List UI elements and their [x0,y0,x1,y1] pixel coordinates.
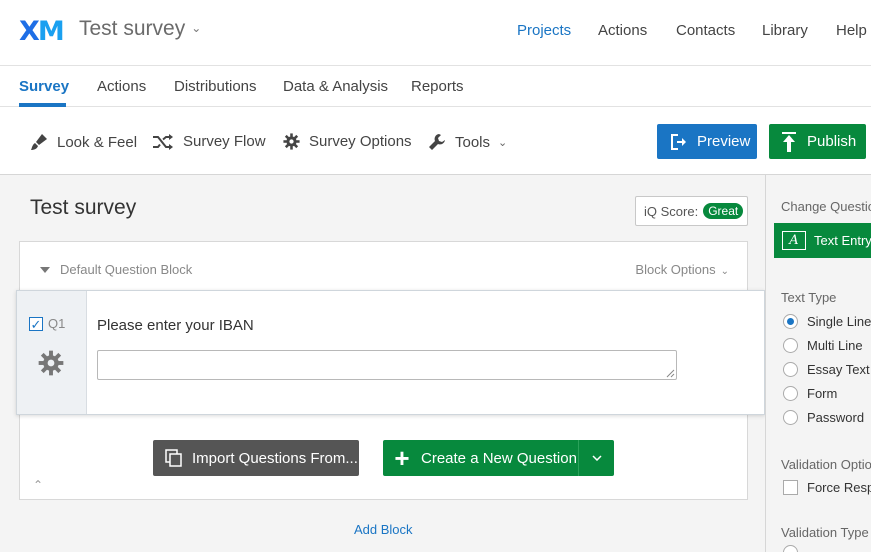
iq-score-badge: Great [703,203,744,219]
import-questions-label: Import Questions From... [192,449,358,467]
question-settings-button[interactable] [38,350,64,381]
survey-toolbar: Look & Feel Survey Flow Survey Options T… [0,107,871,175]
top-header: XM Test survey ⌄ Projects Actions Contact… [0,0,871,66]
look-feel-label: Look & Feel [57,133,138,151]
text-type-essay[interactable]: Essay Text I [783,362,871,377]
validation-type-option[interactable] [783,545,807,552]
copy-icon [165,449,182,467]
plus-icon: + [394,443,410,473]
text-type-form[interactable]: Form [783,386,837,401]
chevron-down-icon: ⌄ [498,136,508,149]
survey-flow-label: Survey Flow [183,133,266,150]
tab-data-analysis[interactable]: Data & Analysis [283,78,388,95]
preview-label: Preview [697,133,751,150]
text-entry-icon: A [782,231,806,250]
gear-icon [38,350,64,376]
question-sidebar: ✓ Q1 [17,291,87,414]
text-type-label: Text Type [781,290,837,305]
survey-title-dropdown[interactable]: Test survey ⌄ [79,17,201,41]
create-question-button[interactable]: + Create a New Question [383,440,614,476]
gear-icon [283,133,300,150]
force-response-label: Force Respo [807,480,871,495]
preview-icon [671,133,686,150]
text-type-password[interactable]: Password [783,410,864,425]
iq-score-button[interactable]: iQ Score: Great [635,196,748,226]
question-select-checkbox[interactable]: ✓ [29,317,43,331]
block-collapse-toggle[interactable]: Default Question Block [40,262,192,277]
radio-selected[interactable] [783,314,798,329]
block-title: Default Question Block [60,262,193,277]
survey-options-button[interactable]: Survey Options [283,133,412,150]
tab-survey[interactable]: Survey [19,78,69,95]
wrench-icon [429,134,445,150]
question-id: Q1 [48,316,66,331]
validation-type-label: Validation Type [781,525,869,540]
tools-dropdown[interactable]: Tools ⌄ [428,133,507,151]
create-question-label: Create a New Question [421,449,577,467]
preview-button[interactable]: Preview [657,124,757,159]
add-block-link[interactable]: Add Block [354,522,413,537]
tab-distributions[interactable]: Distributions [174,78,257,95]
question-type-button[interactable]: A Text Entry [774,223,871,258]
nav-projects[interactable]: Projects [517,22,571,39]
upload-icon [782,131,796,152]
survey-title: Test survey [79,17,186,40]
chevron-down-icon: ⌄ [720,266,729,277]
block-options-label: Block Options [635,262,716,277]
answer-text-field[interactable] [97,350,677,380]
tab-actions[interactable]: Actions [97,78,146,95]
tools-label: Tools [455,133,491,151]
xm-logo[interactable]: XM [19,16,65,47]
collapse-block-caret[interactable]: ⌃ [33,478,43,492]
chevron-down-icon [591,455,602,461]
nav-actions[interactable]: Actions [598,22,647,39]
text-type-multi-line[interactable]: Multi Line [783,338,863,353]
question-properties-panel: Change Questio A Text Entry Text Type Si… [765,175,871,552]
caret-down-icon [40,266,50,273]
text-type-single-line[interactable]: Single Line [783,314,871,329]
look-feel-button[interactable]: Look & Feel [30,133,137,151]
text-type-option-label: Single Line [807,314,871,329]
text-type-option-label: Password [807,410,865,425]
tab-bar: Survey Actions Distributions Data & Anal… [0,66,871,107]
paintbrush-icon [31,134,47,150]
radio[interactable] [783,386,798,401]
publish-button[interactable]: Publish [769,124,866,159]
tab-reports[interactable]: Reports [411,78,464,95]
force-response-option[interactable]: Force Respo [783,480,871,495]
survey-flow-button[interactable]: Survey Flow [152,133,266,150]
radio[interactable] [783,362,798,377]
page-title: Test survey [30,196,137,219]
nav-contacts[interactable]: Contacts [676,22,735,39]
radio[interactable] [783,338,798,353]
force-response-checkbox[interactable] [783,480,798,495]
question-card[interactable]: ✓ Q1 Please enter your IBAN [16,290,765,415]
nav-help[interactable]: Help [836,22,867,39]
text-type-option-label: Multi Line [807,338,863,353]
question-text[interactable]: Please enter your IBAN [97,317,254,334]
survey-options-label: Survey Options [309,133,412,150]
question-type-label: Text Entry [814,233,871,248]
publish-label: Publish [807,133,857,150]
nav-library[interactable]: Library [762,22,808,39]
create-question-dropdown[interactable] [578,440,614,476]
block-options-dropdown[interactable]: Block Options ⌄ [635,262,729,277]
radio[interactable] [783,545,798,552]
radio[interactable] [783,410,798,425]
iq-score-label: iQ Score: [644,203,699,219]
shuffle-icon [153,133,173,150]
text-type-option-label: Essay Text I [807,362,871,377]
resize-handle-icon[interactable] [666,369,675,378]
change-question-type-label: Change Questio [781,199,871,214]
import-questions-button[interactable]: Import Questions From... [153,440,359,476]
validation-options-label: Validation Optio [781,457,871,472]
chevron-down-icon: ⌄ [191,21,202,35]
text-type-option-label: Form [807,386,838,401]
